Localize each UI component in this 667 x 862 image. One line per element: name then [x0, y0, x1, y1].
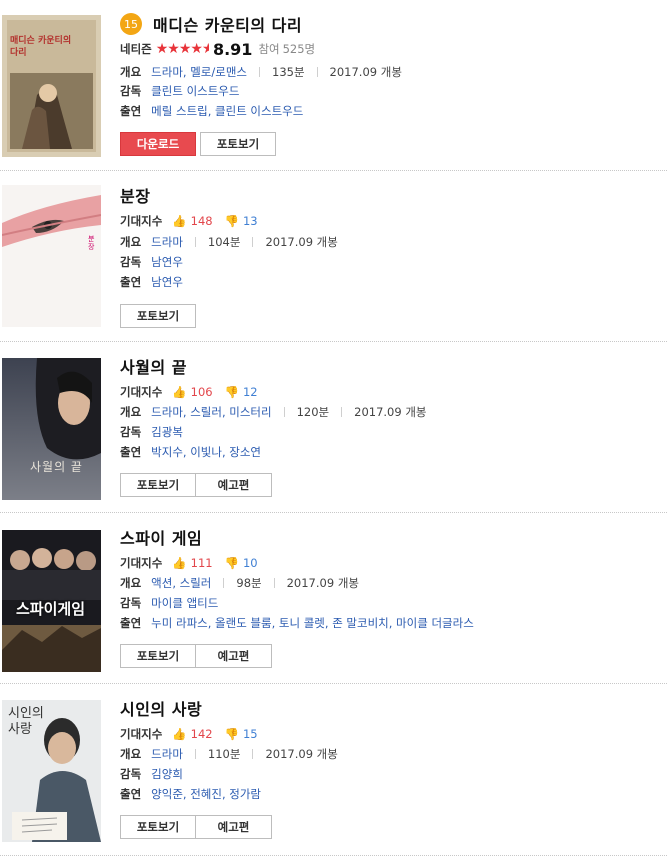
participants-label: 참여 — [258, 42, 280, 56]
movie-poster[interactable]: 매디슨 카운티의 다리 — [2, 15, 101, 157]
expectation-label: 기대지수 — [120, 727, 163, 741]
movie-item: 매디슨 카운티의 다리 15 매디슨 카운티의 다리 네티즌 ★★★★★ 8.9… — [0, 0, 667, 171]
director-link[interactable]: 마이클 앱티드 — [151, 595, 218, 611]
poster-title: 분장 — [88, 235, 95, 251]
runtime: 98분 — [236, 576, 262, 590]
dislike-count[interactable]: 👎 15 — [225, 727, 258, 741]
director-link[interactable]: 김양희 — [151, 766, 183, 782]
movie-title[interactable]: 매디슨 카운티의 다리 — [153, 12, 302, 36]
director-label: 감독 — [120, 425, 142, 439]
download-button[interactable]: 다운로드 — [120, 132, 196, 156]
poster-title: 사월의 끝 — [30, 460, 83, 474]
runtime: 110분 — [207, 747, 241, 761]
director-label: 감독 — [120, 255, 142, 269]
genre-link[interactable]: 드라마 — [151, 234, 183, 250]
poster-title: 매디슨 카운티의 다리 — [10, 36, 72, 58]
thumbs-down-icon: 👎 — [224, 556, 239, 570]
release-date: 2017.09 개봉 — [265, 747, 338, 761]
movie-item: 분장 분장 기대지수 👍 148 👎 13 개요 드라마 104분 2017.09 … — [0, 171, 667, 342]
director-link[interactable]: 김광복 — [151, 424, 183, 440]
director-label: 감독 — [120, 767, 142, 781]
dislike-count[interactable]: 👎 10 — [225, 556, 258, 570]
like-count[interactable]: 👍 111 — [172, 556, 212, 570]
poster-title: 시인의 사랑 — [8, 706, 44, 737]
poster-title: 스파이게임 — [16, 600, 86, 618]
cast-label: 출연 — [120, 275, 142, 289]
runtime: 135분 — [272, 65, 305, 79]
genre-link[interactable]: 액션, 스릴러 — [151, 575, 211, 591]
cast-link[interactable]: 누미 라파스, 올랜도 블룸, 토니 콜렛, 존 말코비치, 마이클 더글라스 — [151, 615, 474, 631]
release-date: 2017.09 개봉 — [286, 576, 359, 590]
movie-list: 매디슨 카운티의 다리 15 매디슨 카운티의 다리 네티즌 ★★★★★ 8.9… — [0, 0, 667, 856]
thumbs-up-icon: 👍 — [172, 214, 187, 228]
rating-score: 8.91 — [212, 39, 253, 59]
netizen-label: 네티즌 — [120, 42, 152, 56]
director-label: 감독 — [120, 596, 142, 610]
cast-label: 출연 — [120, 445, 142, 459]
dislike-count[interactable]: 👎 13 — [225, 214, 258, 228]
trailer-button[interactable]: 예고편 — [196, 473, 272, 497]
release-date: 2017.09 개봉 — [329, 65, 402, 79]
release-date: 2017.09 개봉 — [354, 405, 427, 419]
photos-button[interactable]: 포토보기 — [120, 815, 196, 839]
cast-link[interactable]: 남연우 — [151, 274, 183, 290]
movie-title[interactable]: 사월의 끝 — [120, 354, 187, 378]
movie-poster[interactable]: 시인의 사랑 — [2, 700, 101, 842]
thumbs-up-icon: 👍 — [172, 556, 187, 570]
movie-item: 스파이게임 스파이 게임 기대지수 👍 111 👎 10 개요 액션, 스릴러 98… — [0, 513, 667, 684]
like-count[interactable]: 👍 142 — [172, 727, 212, 741]
trailer-button[interactable]: 예고편 — [196, 644, 272, 668]
expectation-label: 기대지수 — [120, 385, 163, 399]
movie-item: 사월의 끝 사월의 끝 기대지수 👍 106 👎 12 개요 드라마, 스릴러, 미… — [0, 342, 667, 513]
movie-poster[interactable]: 분장 — [2, 185, 101, 327]
movie-title[interactable]: 스파이 게임 — [120, 525, 202, 549]
director-link[interactable]: 남연우 — [151, 254, 183, 270]
movie-poster[interactable]: 사월의 끝 — [2, 358, 101, 500]
expectation-label: 기대지수 — [120, 214, 163, 228]
like-count[interactable]: 👍 106 — [172, 385, 212, 399]
overview-label: 개요 — [120, 747, 142, 761]
overview-label: 개요 — [120, 235, 142, 249]
genre-link[interactable]: 드라마, 스릴러, 미스터리 — [151, 404, 271, 420]
trailer-button[interactable]: 예고편 — [196, 815, 272, 839]
runtime: 120분 — [296, 405, 330, 419]
thumbs-down-icon: 👎 — [224, 727, 239, 741]
runtime: 104분 — [207, 235, 241, 249]
cast-label: 출연 — [120, 104, 142, 118]
thumbs-down-icon: 👎 — [224, 214, 239, 228]
cast-link[interactable]: 메릴 스트립, 클린트 이스트우드 — [151, 103, 303, 119]
cast-label: 출연 — [120, 787, 142, 801]
expectation-label: 기대지수 — [120, 556, 163, 570]
cast-link[interactable]: 박지수, 이빛나, 장소연 — [151, 444, 261, 460]
rating-stars-icon: ★★★★★ — [155, 41, 209, 57]
photos-button[interactable]: 포토보기 — [120, 644, 196, 668]
genre-link[interactable]: 드라마, 멜로/로맨스 — [151, 64, 247, 80]
like-count[interactable]: 👍 148 — [172, 214, 212, 228]
movie-title[interactable]: 시인의 사랑 — [120, 696, 202, 720]
thumbs-up-icon: 👍 — [172, 385, 187, 399]
photos-button[interactable]: 포토보기 — [120, 304, 196, 328]
movie-item: 시인의 사랑 시인의 사랑 기대지수 👍 142 👎 15 개요 드라마 110분 … — [0, 684, 667, 856]
thumbs-down-icon: 👎 — [224, 385, 239, 399]
release-date: 2017.09 개봉 — [265, 235, 338, 249]
genre-link[interactable]: 드라마 — [151, 746, 183, 762]
photos-button[interactable]: 포토보기 — [200, 132, 276, 156]
dislike-count[interactable]: 👎 12 — [225, 385, 258, 399]
director-label: 감독 — [120, 84, 142, 98]
movie-poster[interactable]: 스파이게임 — [2, 530, 101, 672]
rank-badge: 15 — [120, 13, 142, 35]
photos-button[interactable]: 포토보기 — [120, 473, 196, 497]
overview-label: 개요 — [120, 576, 142, 590]
cast-link[interactable]: 양익준, 전혜진, 정가람 — [151, 786, 261, 802]
overview-label: 개요 — [120, 65, 142, 79]
overview-label: 개요 — [120, 405, 142, 419]
participants-count: 525명 — [282, 42, 316, 56]
thumbs-up-icon: 👍 — [172, 727, 187, 741]
director-link[interactable]: 클린트 이스트우드 — [151, 83, 239, 99]
cast-label: 출연 — [120, 616, 142, 630]
movie-title[interactable]: 분장 — [120, 183, 150, 207]
